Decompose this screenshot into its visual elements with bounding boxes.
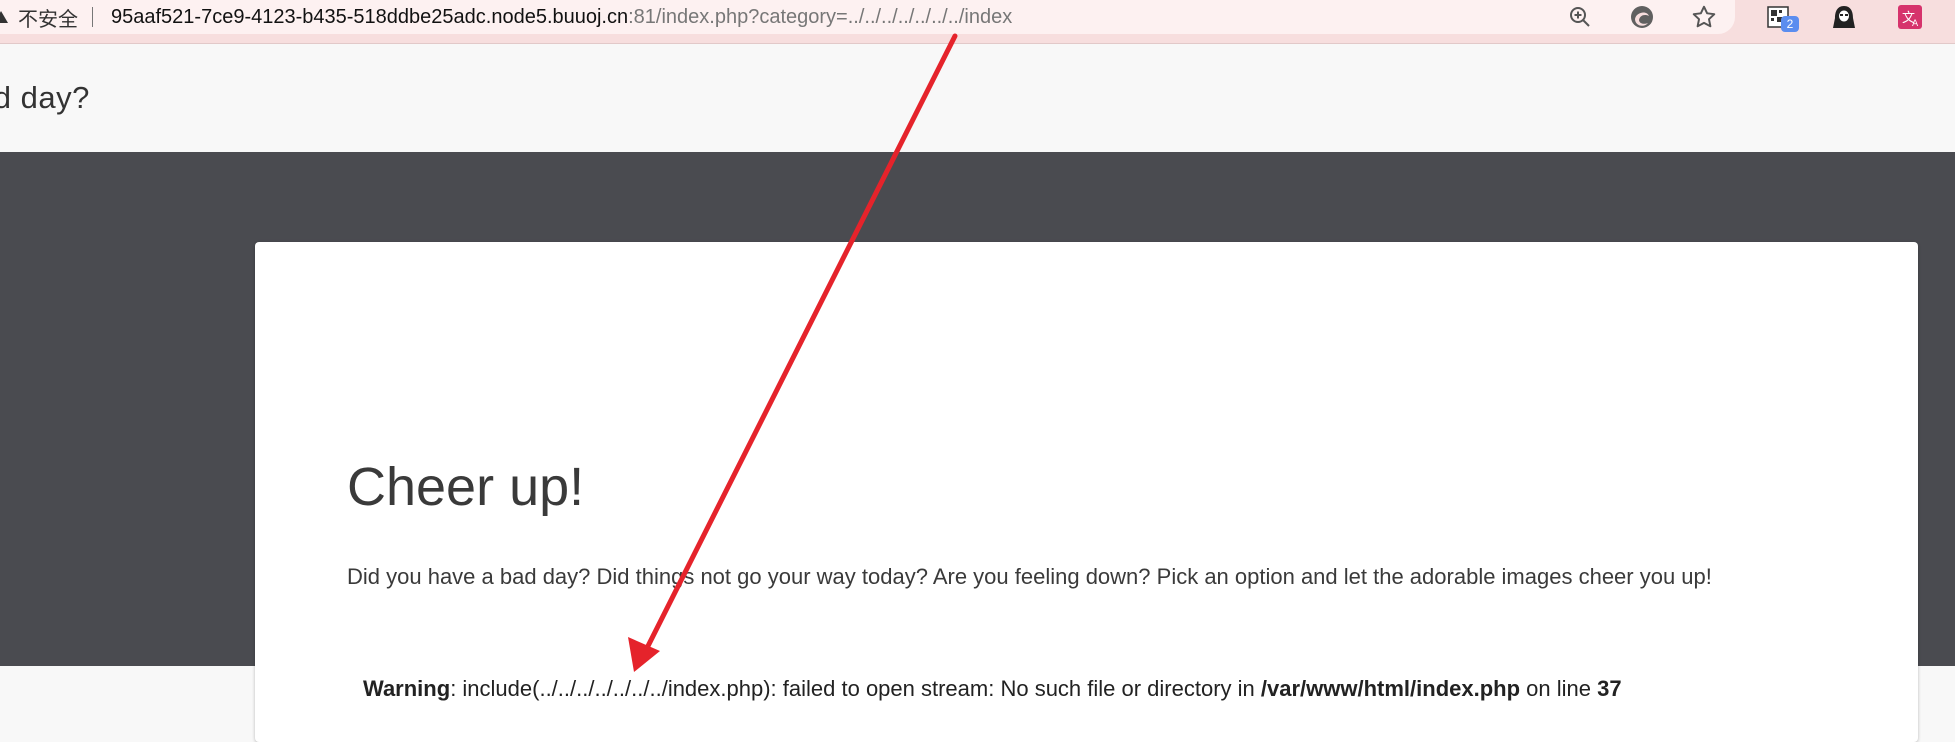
svg-text:A: A [1912, 19, 1919, 29]
warning-label: Warning [363, 676, 451, 701]
url-path: :81/index.php?category=../../../../../..… [628, 5, 1013, 28]
address-bar[interactable]: 不安全 95aaf521-7ce9-4123-b435-518ddbe25adc… [0, 0, 1735, 34]
php-warning: Warning: include(../../../../../../../in… [363, 676, 1622, 702]
browser-toolbar: 不安全 95aaf521-7ce9-4123-b435-518ddbe25adc… [0, 0, 1955, 44]
url-text[interactable]: 95aaf521-7ce9-4123-b435-518ddbe25adc.nod… [111, 6, 1012, 29]
address-divider [92, 7, 93, 27]
translate-icon[interactable]: 文A [1877, 0, 1943, 34]
warning-message: : include(../../../../../../../index.php… [450, 676, 1261, 701]
security-label[interactable]: 不安全 [18, 3, 78, 32]
card-description: Did you have a bad day? Did things not g… [347, 564, 1712, 589]
extension-badge: 2 [1781, 16, 1799, 32]
card-title: Cheer up! [347, 457, 585, 517]
content-card: Cheer up! Did you have a bad day? Did th… [255, 242, 1918, 742]
site-title: ad day? [0, 80, 90, 115]
qr-extension-icon[interactable]: 2 [1745, 0, 1811, 34]
url-host: 95aaf521-7ce9-4123-b435-518ddbe25adc.nod… [111, 5, 629, 28]
omnibox-actions [1549, 0, 1735, 34]
warning-path: /var/www/html/index.php [1260, 676, 1521, 701]
extension-icons: 2 文A [1745, 0, 1943, 34]
hacker-extension-icon[interactable] [1811, 0, 1877, 34]
zoom-in-icon[interactable] [1549, 0, 1611, 34]
warning-triangle-icon[interactable] [0, 11, 8, 23]
warning-on-line: on line [1520, 676, 1598, 701]
star-icon[interactable] [1673, 0, 1735, 34]
warning-line-number: 37 [1597, 676, 1622, 701]
edge-refresh-icon[interactable] [1611, 0, 1673, 34]
page-header: ad day? [0, 44, 1955, 152]
